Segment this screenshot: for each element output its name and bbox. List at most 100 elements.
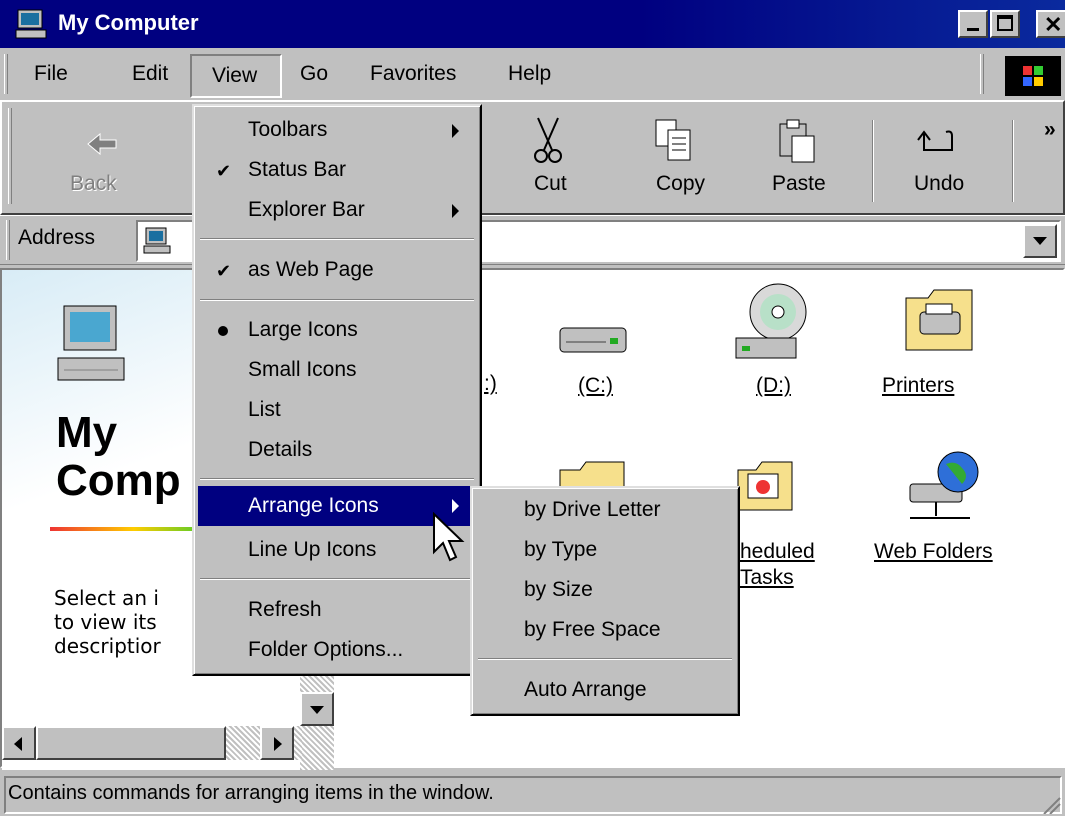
status-bar-check-icon: ✔ [216,161,232,181]
resize-grip-icon[interactable] [1040,794,1062,814]
scroll-right-button[interactable] [260,726,294,760]
floppy-drive-item[interactable]: :) [482,360,522,400]
menu-separator [200,299,474,301]
menu-item-toolbars[interactable]: Toolbars [248,118,327,142]
cut-button[interactable]: Cut [520,110,600,206]
status-text: Contains commands for arranging items in… [8,782,494,804]
undo-button[interactable]: Undo [890,110,990,206]
printers-item[interactable]: Printers [872,284,992,424]
back-button[interactable]: Back [50,118,170,208]
menu-separator [200,478,474,480]
address-dropdown-button[interactable] [1023,224,1057,258]
arrange-icons-submenu: by Drive Letter by Type by Size by Free … [470,486,740,716]
mouse-cursor-icon [433,512,465,562]
web-folders-label: Web Folders [874,540,993,563]
my-computer-icon [15,9,47,39]
panel-title-line2: Comp [56,456,181,505]
menubar-grip[interactable] [4,54,8,94]
panel-desc-line2: to view its [54,610,157,634]
scroll-down-icon [310,706,324,714]
menubar-separator [980,54,984,94]
scheduled-tasks-label-line1: heduled [740,540,815,563]
explorer-bar-submenu-arrow-icon [452,204,459,218]
undo-icon [917,130,953,151]
scroll-down-button[interactable] [300,692,334,726]
copy-label: Copy [656,172,706,195]
address-grip[interactable] [6,220,10,260]
arrange-submenu-arrow-icon [452,499,459,513]
web-page-check-icon: ✔ [216,261,232,281]
close-button[interactable]: ✕ [1036,10,1065,38]
menu-separator [200,578,474,580]
menu-item-details[interactable]: Details [248,438,312,462]
d-drive-item[interactable]: (D:) [722,280,822,420]
maximize-icon [997,15,1013,31]
view-menu: Toolbars ✔ Status Bar Explorer Bar ✔ as … [192,104,482,676]
toolbar-grip[interactable] [8,108,12,204]
copy-button[interactable]: Copy [640,110,730,206]
c-drive-item[interactable]: (C:) [542,310,642,420]
menu-item-explorer-bar[interactable]: Explorer Bar [248,198,365,222]
minimize-icon [967,28,979,31]
scroll-left-icon [14,737,22,751]
my-computer-small-icon [143,227,171,254]
scheduled-tasks-item[interactable]: heduled Tasks [732,460,842,610]
toolbar-separator-2 [1012,120,1014,202]
paste-button[interactable]: Paste [764,110,854,206]
menu-item-refresh[interactable]: Refresh [248,598,322,622]
menu-view[interactable]: View [212,64,257,88]
horizontal-scrollbar[interactable] [2,726,302,760]
paste-label: Paste [772,172,826,195]
menu-item-by-drive-letter[interactable]: by Drive Letter [524,498,661,522]
menu-edit[interactable]: Edit [132,62,168,86]
arrange-icons-label: Arrange Icons [248,494,379,517]
cd-drive-icon [735,283,807,359]
minimize-button[interactable] [958,10,988,38]
menu-go[interactable]: Go [300,62,328,86]
menu-help[interactable]: Help [508,62,551,86]
web-folders-icon [909,451,979,519]
menu-item-auto-arrange[interactable]: Auto Arrange [524,678,647,702]
scroll-right-icon [274,737,282,751]
large-icons-radio-icon [218,326,228,336]
web-folders-item[interactable]: Web Folders [870,450,1020,580]
scissors-icon [534,117,562,163]
scroll-left-button[interactable] [2,726,36,760]
address-bar: Address [0,215,1065,265]
title-bar[interactable]: My Computer ✕ [0,0,1065,48]
menu-item-status-bar[interactable]: Status Bar [248,158,346,182]
status-bar: Contains commands for arranging items in… [0,770,1065,816]
paste-icon [779,119,815,163]
scheduled-tasks-label-line2: Tasks [740,566,794,589]
my-computer-large-icon [57,305,125,381]
toolbar-chevron[interactable]: » [1044,118,1056,142]
c-drive-label: (C:) [578,374,613,397]
menu-item-large-icons[interactable]: Large Icons [248,318,358,342]
printers-folder-icon [905,289,973,351]
menu-item-by-free-space[interactable]: by Free Space [524,618,661,642]
printers-label: Printers [882,374,955,397]
window-title: My Computer [58,10,199,35]
menu-item-by-type[interactable]: by Type [524,538,597,562]
cut-label: Cut [534,172,567,195]
panel-desc-line3: descriptior [54,634,161,658]
panel-title-line1: My [56,408,118,457]
menu-file[interactable]: File [34,62,68,86]
vertical-scrollbar[interactable] [300,670,334,770]
chevron-down-icon [1033,237,1047,245]
menu-item-small-icons[interactable]: Small Icons [248,358,357,382]
menu-item-as-web-page[interactable]: as Web Page [248,258,374,282]
menu-item-by-size[interactable]: by Size [524,578,593,602]
back-arrow-icon [87,132,117,156]
windows-logo-icon [1005,56,1061,96]
menu-item-list[interactable]: List [248,398,281,422]
menu-item-folder-options[interactable]: Folder Options... [248,638,403,662]
scheduled-tasks-folder-icon [737,461,793,511]
d-drive-label: (D:) [756,374,791,397]
copy-icon [655,119,691,161]
undo-label: Undo [914,172,965,195]
menu-favorites[interactable]: Favorites [370,62,456,86]
maximize-button[interactable] [990,10,1020,38]
scroll-thumb[interactable] [36,726,226,760]
menu-item-line-up-icons[interactable]: Line Up Icons [248,538,376,562]
